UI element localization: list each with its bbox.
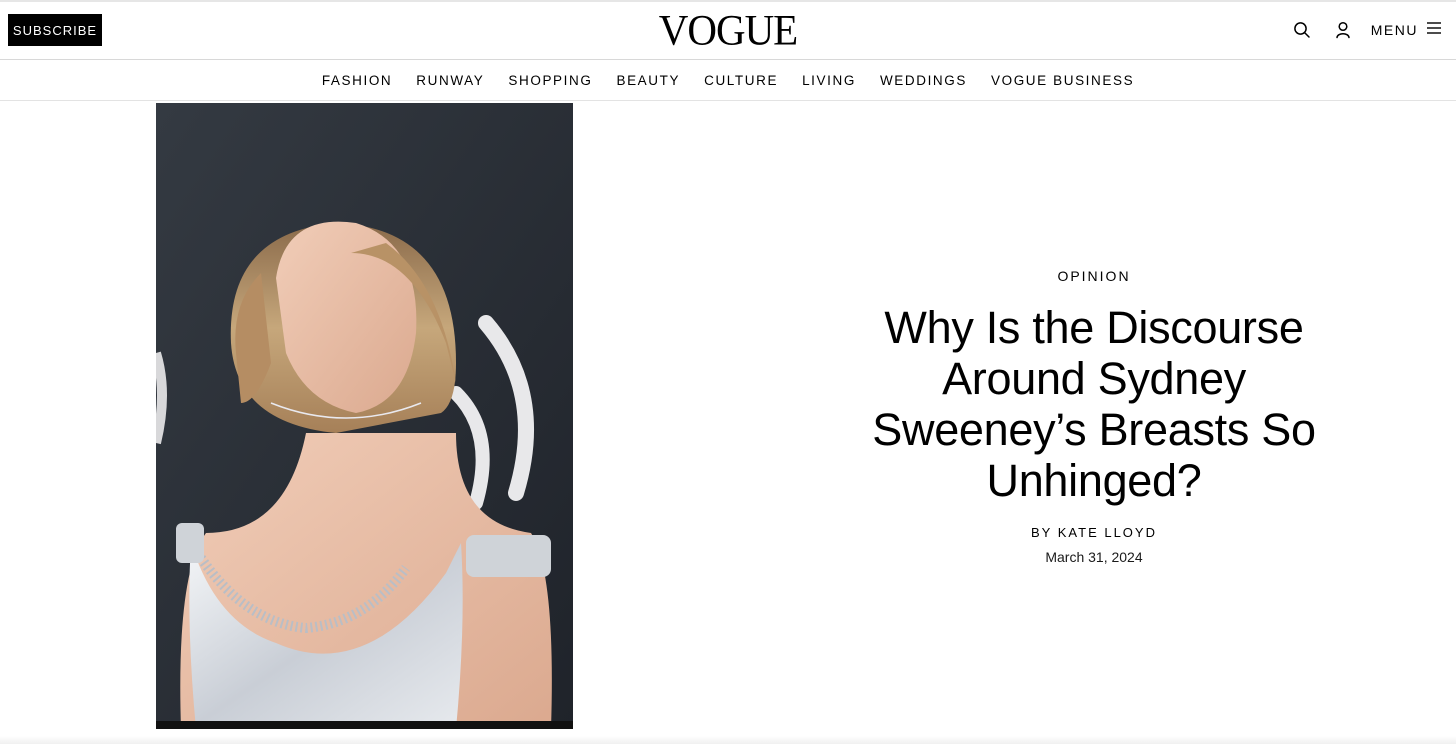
hero-image bbox=[156, 103, 573, 729]
rubric-label[interactable]: OPINION bbox=[1057, 268, 1130, 284]
hamburger-icon bbox=[1426, 21, 1442, 40]
site-header: SUBSCRIBE VOGUE MENU bbox=[0, 2, 1456, 59]
search-icon[interactable] bbox=[1288, 16, 1316, 44]
article-header: OPINION Why Is the Discourse Around Sydn… bbox=[840, 268, 1348, 565]
byline-prefix: BY bbox=[1031, 525, 1053, 540]
nav-item-runway[interactable]: RUNWAY bbox=[416, 73, 484, 88]
vogue-logo[interactable]: VOGUE bbox=[659, 6, 798, 54]
nav-item-shopping[interactable]: SHOPPING bbox=[508, 73, 592, 88]
nav-divider bbox=[0, 100, 1456, 101]
byline: BY KATE LLOYD bbox=[840, 525, 1348, 540]
author-link[interactable]: KATE LLOYD bbox=[1058, 525, 1157, 540]
primary-nav: FASHION RUNWAY SHOPPING BEAUTY CULTURE L… bbox=[0, 60, 1456, 100]
nav-item-beauty[interactable]: BEAUTY bbox=[616, 73, 680, 88]
header-actions: MENU bbox=[1288, 16, 1442, 44]
account-icon[interactable] bbox=[1329, 16, 1357, 44]
nav-item-weddings[interactable]: WEDDINGS bbox=[880, 73, 967, 88]
vogue-logo-container: VOGUE bbox=[0, 7, 1456, 53]
nav-item-living[interactable]: LIVING bbox=[802, 73, 856, 88]
article-headline: Why Is the Discourse Around Sydney Sween… bbox=[872, 302, 1316, 506]
nav-item-culture[interactable]: CULTURE bbox=[704, 73, 778, 88]
nav-item-vogue-business[interactable]: VOGUE BUSINESS bbox=[991, 73, 1134, 88]
menu-label: MENU bbox=[1370, 22, 1418, 38]
publish-date: March 31, 2024 bbox=[1045, 549, 1143, 565]
nav-item-fashion[interactable]: FASHION bbox=[322, 73, 392, 88]
bottom-shade bbox=[0, 736, 1456, 744]
menu-button[interactable]: MENU bbox=[1371, 21, 1442, 40]
